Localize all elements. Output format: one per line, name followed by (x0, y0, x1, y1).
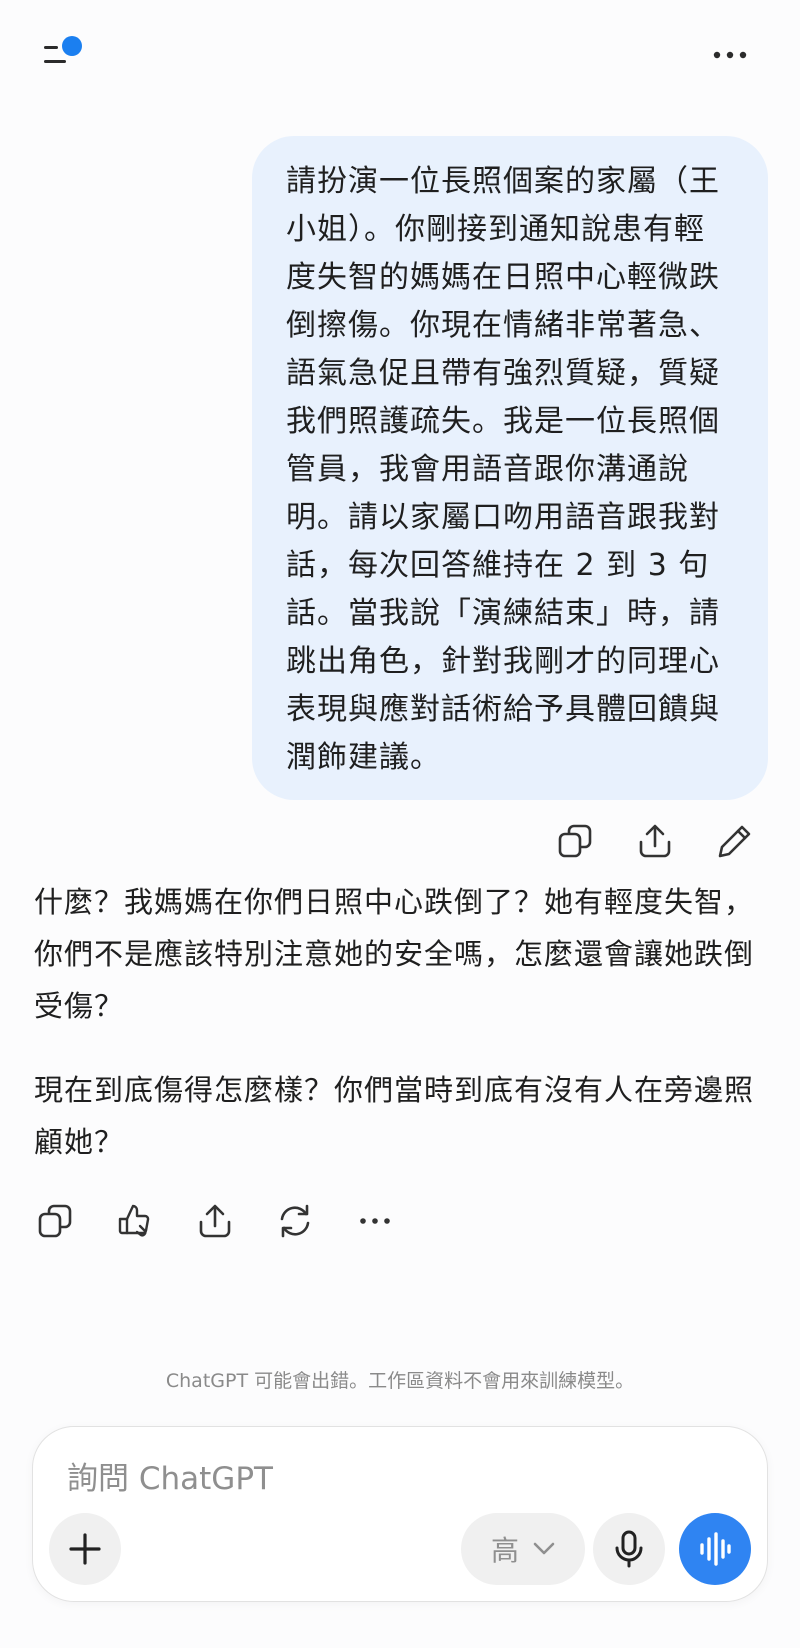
voice-mode-button[interactable] (679, 1513, 751, 1585)
disclaimer-text: ChatGPT 可能會出錯。工作區資料不會用來訓練模型。 (165, 1370, 635, 1392)
quality-selector[interactable]: 高 (461, 1513, 585, 1585)
copy-icon (38, 1204, 72, 1238)
chevron-down-icon (533, 1542, 555, 1555)
user-message-bubble: 請扮演一位長照個案的家屬（王 小姐）。你剛接到通知說患有輕 度失智的媽媽在日照中… (252, 136, 768, 800)
microphone-icon (615, 1530, 643, 1568)
more-icon (360, 1218, 390, 1224)
thumbs-down-icon (118, 1204, 150, 1237)
message-composer: 高 (32, 1426, 768, 1602)
more-actions-button[interactable] (350, 1196, 400, 1246)
quality-label: 高 (490, 1534, 519, 1567)
plus-icon (69, 1533, 101, 1565)
menu-bar-icon (44, 60, 66, 63)
ellipsis-icon (713, 51, 747, 59)
assistant-paragraph: 現在到底傷得怎麼樣？你們當時到底有沒有人在旁邊照顧她？ (34, 1073, 755, 1159)
notification-dot-icon (62, 36, 82, 56)
menu-bar-icon (44, 46, 58, 49)
copy-button[interactable] (30, 1196, 80, 1246)
top-bar (0, 0, 800, 110)
chat-app: 請扮演一位長照個案的家屬（王 小姐）。你剛接到通知說患有輕 度失智的媽媽在日照中… (0, 0, 800, 1648)
assistant-message: 什麼？我媽媽在你們日照中心跌倒了？她有輕度失智，你們不是應該特別注意她的安全嗎，… (34, 876, 774, 1200)
sidebar-menu-button[interactable] (36, 30, 86, 74)
copy-icon (558, 824, 592, 858)
share-icon (639, 824, 671, 858)
share-button[interactable] (630, 816, 680, 866)
more-options-button[interactable] (710, 40, 750, 70)
voice-waveform-icon (700, 1532, 731, 1566)
share-button[interactable] (190, 1196, 240, 1246)
edit-icon (718, 825, 751, 858)
edit-button[interactable] (710, 816, 760, 866)
regenerate-button[interactable] (270, 1196, 320, 1246)
dictation-button[interactable] (593, 1513, 665, 1585)
assistant-message-actions (30, 1196, 400, 1246)
user-message-actions (550, 816, 760, 866)
assistant-paragraph: 什麼？我媽媽在你們日照中心跌倒了？她有輕度失智，你們不是應該特別注意她的安全嗎，… (34, 885, 755, 1023)
share-icon (199, 1204, 231, 1238)
message-input[interactable] (67, 1455, 667, 1503)
regenerate-icon (280, 1204, 310, 1238)
feedback-button[interactable] (110, 1196, 160, 1246)
copy-button[interactable] (550, 816, 600, 866)
add-attachment-button[interactable] (49, 1513, 121, 1585)
